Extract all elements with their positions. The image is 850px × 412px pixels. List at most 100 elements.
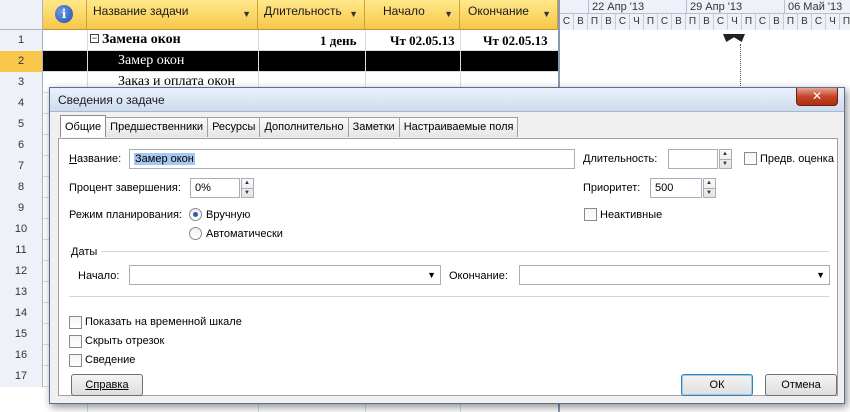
row-number[interactable]: 17: [0, 366, 43, 387]
duration-cell[interactable]: 1 день: [320, 33, 356, 49]
day-label: П: [588, 14, 602, 30]
day-label: П: [784, 14, 798, 30]
row-number[interactable]: 12: [0, 261, 43, 282]
duration-column-header[interactable]: Длительность ▼: [258, 0, 365, 30]
task-name-header-label: Название задачи: [93, 4, 189, 18]
tab-resources[interactable]: Ресурсы: [207, 117, 261, 137]
dates-divider: [69, 251, 829, 252]
indicators-column-header[interactable]: i: [43, 0, 87, 30]
chevron-down-icon[interactable]: ▼: [427, 270, 436, 280]
hide-bar-label: Скрыть отрезок: [85, 335, 165, 347]
duration-header-label: Длительность: [264, 4, 342, 18]
chevron-down-icon[interactable]: ▼: [816, 270, 825, 280]
start-column-header[interactable]: Начало ▼: [365, 0, 460, 30]
dialog-titlebar[interactable]: Сведения о задаче ✕: [50, 88, 844, 112]
percent-complete-input[interactable]: 0%: [190, 178, 240, 198]
rollup-checkbox[interactable]: [69, 354, 82, 367]
row-number[interactable]: 2: [0, 51, 43, 72]
row-number[interactable]: 8: [0, 177, 43, 198]
row-number[interactable]: 4: [0, 93, 43, 114]
start-header-label: Начало: [383, 4, 425, 18]
row-number[interactable]: 13: [0, 282, 43, 303]
week-label: 06 Май '13: [784, 0, 842, 14]
task-name-cell[interactable]: − Замена окон: [90, 32, 181, 48]
cancel-button-label: Отмена: [781, 379, 821, 391]
dialog-tabs: Общие Предшественники Ресурсы Дополнительно…: [60, 115, 519, 138]
tab-advanced[interactable]: Дополнительно: [259, 117, 349, 137]
name-label-rest: азвание:: [76, 153, 122, 165]
finish-column-header[interactable]: Окончание ▼: [460, 0, 558, 30]
table-row[interactable]: 2 Замер окон: [0, 51, 560, 72]
day-label: В: [602, 14, 616, 30]
start-cell[interactable]: Чт 02.05.13: [390, 33, 455, 49]
percent-complete-spinner[interactable]: ▲ ▼: [241, 178, 254, 198]
manual-mode-radio[interactable]: [189, 208, 202, 221]
rollup-label: Сведение: [85, 354, 136, 366]
cancel-button[interactable]: Отмена: [765, 374, 837, 396]
hide-bar-checkbox[interactable]: [69, 335, 82, 348]
auto-mode-radio[interactable]: [189, 227, 202, 240]
day-label: С: [756, 14, 770, 30]
row-number[interactable]: 10: [0, 219, 43, 240]
help-button[interactable]: Справка: [71, 374, 143, 396]
select-all-corner[interactable]: [0, 0, 43, 30]
inactive-checkbox[interactable]: [584, 208, 597, 221]
finish-date-combo[interactable]: ▼: [519, 265, 830, 285]
row-number[interactable]: 5: [0, 114, 43, 135]
finish-date-label: Окончание:: [449, 270, 508, 282]
duration-spinner[interactable]: ▲ ▼: [719, 149, 732, 169]
week-label: 29 Апр '13: [686, 0, 742, 14]
task-name-cell[interactable]: Замер окон: [118, 53, 184, 69]
dates-bottom-divider: [69, 296, 829, 297]
row-number[interactable]: 9: [0, 198, 43, 219]
table-row[interactable]: 1 − Замена окон 1 день Чт 02.05.13 Чт 02.05.1…: [0, 30, 560, 51]
show-on-timeline-checkbox[interactable]: [69, 316, 82, 329]
row-number[interactable]: 3: [0, 72, 43, 93]
dates-group-label: Даты: [71, 246, 102, 258]
day-label: С: [714, 14, 728, 30]
tab-predecessors[interactable]: Предшественники: [105, 117, 209, 137]
chevron-down-icon[interactable]: ▼: [349, 9, 358, 19]
row-number[interactable]: 6: [0, 135, 43, 156]
row-number[interactable]: 14: [0, 303, 43, 324]
finish-header-label: Окончание: [468, 4, 529, 18]
inactive-label: Неактивные: [600, 209, 663, 221]
task-name-value: Замер окон: [134, 153, 195, 165]
chevron-down-icon[interactable]: ▼: [444, 9, 453, 19]
row-number[interactable]: 16: [0, 345, 43, 366]
day-label: С: [616, 14, 630, 30]
task-name-input[interactable]: Замер окон: [129, 149, 575, 169]
start-date-combo[interactable]: ▼: [129, 265, 441, 285]
timescale-weeks: 22 Апр '13 29 Апр '13 06 Май '13: [560, 0, 850, 14]
priority-spinner[interactable]: ▲ ▼: [703, 178, 716, 198]
ok-button[interactable]: ОК: [681, 374, 753, 396]
priority-input[interactable]: 500: [650, 178, 702, 198]
row-number[interactable]: 1: [0, 30, 43, 51]
estimated-checkbox[interactable]: [744, 152, 757, 165]
close-icon: ✕: [811, 89, 823, 103]
close-button[interactable]: ✕: [796, 88, 838, 106]
row-number[interactable]: 7: [0, 156, 43, 177]
chevron-down-icon[interactable]: ▼: [542, 9, 551, 19]
scheduling-mode-label: Режим планирования:: [69, 209, 182, 221]
tab-custom-fields[interactable]: Настраиваемые поля: [398, 117, 519, 137]
row-number[interactable]: 15: [0, 324, 43, 345]
day-label: Ч: [826, 14, 840, 30]
tab-panel-general: Название: Замер окон Длительность: ▲ ▼ Пр…: [58, 138, 838, 396]
duration-label: Длительность:: [583, 153, 658, 165]
chevron-down-icon[interactable]: ▼: [242, 9, 251, 19]
collapse-icon[interactable]: −: [90, 34, 99, 43]
dialog-title: Сведения о задаче: [58, 93, 165, 107]
day-label: С: [658, 14, 672, 30]
row-number[interactable]: 11: [0, 240, 43, 261]
project-window: i Название задачи ▼ Длительность ▼ Начал…: [0, 0, 850, 412]
duration-input[interactable]: [668, 149, 718, 169]
start-date-label: Начало:: [78, 270, 120, 282]
day-label: В: [574, 14, 588, 30]
day-label: В: [798, 14, 812, 30]
finish-cell[interactable]: Чт 02.05.13: [483, 33, 548, 49]
tab-notes[interactable]: Заметки: [347, 117, 400, 137]
tab-general[interactable]: Общие: [60, 115, 107, 137]
task-name-column-header[interactable]: Название задачи ▼: [87, 0, 258, 30]
auto-mode-label: Автоматически: [206, 228, 283, 240]
